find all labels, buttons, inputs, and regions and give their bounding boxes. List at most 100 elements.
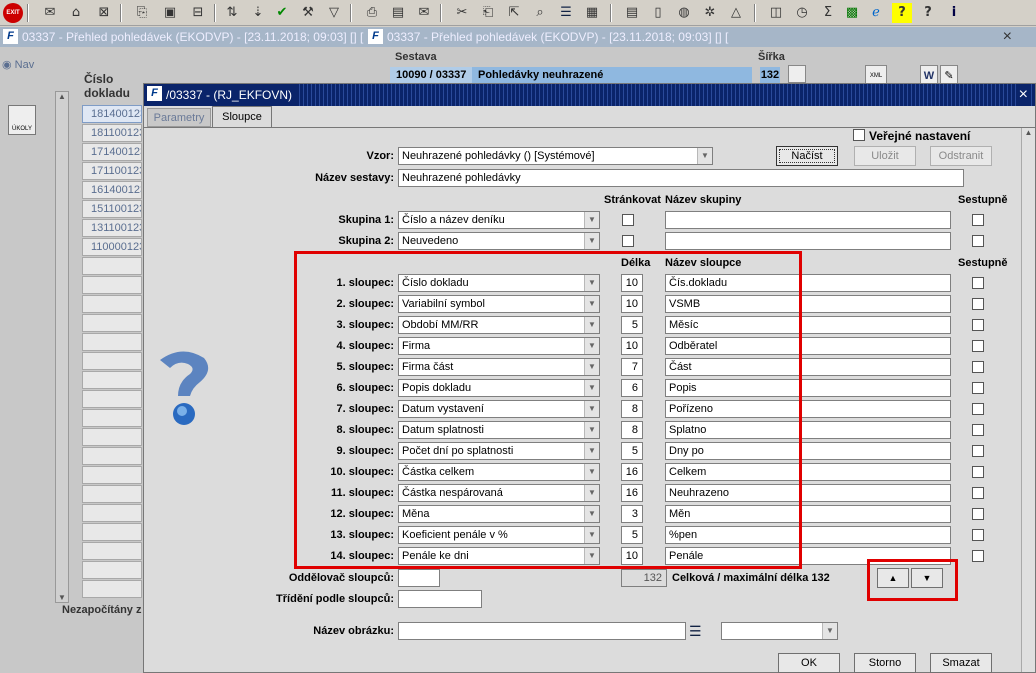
print-preview-icon[interactable]: ▤: [388, 3, 408, 23]
table-row[interactable]: 181100123: [82, 124, 142, 142]
tab-sloupce[interactable]: Sloupce: [212, 106, 272, 127]
warning-icon[interactable]: △: [726, 3, 746, 23]
grid-icon[interactable]: ▦: [582, 3, 602, 23]
table-row[interactable]: 161400123: [82, 181, 142, 199]
chevron-down-icon[interactable]: ▼: [584, 233, 599, 249]
vertical-scrollbar[interactable]: ▲ ▼: [55, 91, 69, 603]
table-row[interactable]: [82, 523, 142, 541]
export-icon[interactable]: ⇱: [504, 3, 524, 23]
paste-icon[interactable]: ⎗: [478, 3, 498, 23]
column-sestupne-checkbox[interactable]: [972, 361, 984, 373]
cut-icon[interactable]: ✂: [452, 3, 472, 23]
odstranit-button[interactable]: Odstranit: [930, 146, 992, 166]
group-name-input[interactable]: [665, 232, 951, 250]
column-sestupne-checkbox[interactable]: [972, 445, 984, 457]
clock-icon[interactable]: ◷: [792, 3, 812, 23]
group-sestupne-checkbox[interactable]: [972, 235, 984, 247]
ulozit-button[interactable]: Uložit: [854, 146, 916, 166]
info-icon[interactable]: i: [944, 3, 964, 23]
dialog-close-icon[interactable]: ×: [1015, 84, 1031, 106]
column-sestupne-checkbox[interactable]: [972, 382, 984, 394]
column-sestupne-checkbox[interactable]: [972, 340, 984, 352]
table-row[interactable]: 171100123: [82, 162, 142, 180]
zoom-icon[interactable]: ⌕: [530, 3, 550, 23]
public-settings-checkbox[interactable]: [853, 129, 865, 141]
chevron-down-icon[interactable]: ▼: [697, 148, 712, 164]
filter-icon[interactable]: ▽: [324, 3, 344, 23]
scroll-up-icon[interactable]: ▲: [1022, 128, 1035, 137]
column-sestupne-checkbox[interactable]: [972, 403, 984, 415]
table-row[interactable]: [82, 314, 142, 332]
vzor-select[interactable]: Neuhrazené pohledávky () [Systémové] ▼: [398, 147, 713, 165]
table-row[interactable]: [82, 257, 142, 275]
strankovat-checkbox[interactable]: [622, 214, 634, 226]
browse-list-icon[interactable]: ☰: [689, 622, 703, 640]
browser-icon[interactable]: ℯ: [866, 3, 886, 23]
globe-icon[interactable]: ◍: [674, 3, 694, 23]
page-icon[interactable]: ▯: [648, 3, 668, 23]
column-sestupne-checkbox[interactable]: [972, 319, 984, 331]
table-row[interactable]: [82, 276, 142, 294]
home-icon[interactable]: ⌂: [66, 3, 86, 23]
column-sestupne-checkbox[interactable]: [972, 277, 984, 289]
chevron-down-icon[interactable]: ▼: [822, 623, 837, 639]
close-window-icon[interactable]: ⊠: [94, 3, 114, 23]
table-row[interactable]: [82, 352, 142, 370]
dialog-scrollbar[interactable]: ▲: [1021, 128, 1035, 672]
table-row[interactable]: 110000123: [82, 238, 142, 256]
table-row[interactable]: 181400123: [82, 105, 142, 123]
table-row[interactable]: [82, 466, 142, 484]
xml-export-icon[interactable]: XML: [865, 65, 887, 85]
sort-icon[interactable]: ⇅: [222, 3, 242, 23]
ukoly-button[interactable]: ÚKOLY: [8, 105, 36, 135]
table-row[interactable]: [82, 295, 142, 313]
report-icon[interactable]: [788, 65, 806, 83]
chart-icon[interactable]: ◫: [766, 3, 786, 23]
word-export-icon[interactable]: W: [920, 65, 938, 85]
column-sestupne-checkbox[interactable]: [972, 487, 984, 499]
table-row[interactable]: [82, 504, 142, 522]
tools-icon[interactable]: ⚒: [298, 3, 318, 23]
print-icon[interactable]: ⎙: [362, 3, 382, 23]
scroll-up-icon[interactable]: ▲: [56, 92, 68, 101]
nacist-button[interactable]: Načíst: [776, 146, 838, 166]
table-row[interactable]: 151100123: [82, 200, 142, 218]
table-row[interactable]: [82, 409, 142, 427]
strankovat-checkbox[interactable]: [622, 235, 634, 247]
table-row[interactable]: [82, 561, 142, 579]
nav-radio[interactable]: ◉ Nav: [2, 58, 34, 71]
column-sestupne-checkbox[interactable]: [972, 466, 984, 478]
selected-report-row[interactable]: 10090 / 03337 Pohledávky neuhrazené: [390, 67, 752, 83]
sum-icon[interactable]: Σ: [818, 3, 838, 23]
table-row[interactable]: [82, 447, 142, 465]
table-row[interactable]: 131100123: [82, 219, 142, 237]
group-select[interactable]: Číslo a název deníku ▼: [398, 211, 600, 229]
storno-button[interactable]: Storno: [854, 653, 916, 673]
table-row[interactable]: [82, 371, 142, 389]
tab-parametry[interactable]: Parametry: [147, 108, 211, 127]
settings-icon[interactable]: ✲: [700, 3, 720, 23]
context-help-icon[interactable]: ?: [918, 3, 938, 23]
mail-back-icon[interactable]: ✉: [40, 3, 60, 23]
column-sestupne-checkbox[interactable]: [972, 529, 984, 541]
table-row[interactable]: [82, 580, 142, 598]
table-row[interactable]: 171400123: [82, 143, 142, 161]
smazat-button[interactable]: Smazat: [930, 653, 992, 673]
table-row[interactable]: [82, 390, 142, 408]
exit-button[interactable]: EXIT: [3, 3, 23, 23]
column-sestupne-checkbox[interactable]: [972, 508, 984, 520]
table-row[interactable]: [82, 333, 142, 351]
table-row[interactable]: [82, 428, 142, 446]
obrazek-input[interactable]: [398, 622, 686, 640]
obrazek-select[interactable]: ▼: [721, 622, 838, 640]
document-icon[interactable]: ▤: [622, 3, 642, 23]
column-sestupne-checkbox[interactable]: [972, 298, 984, 310]
nazev-sestavy-input[interactable]: Neuhrazené pohledávky: [398, 169, 964, 187]
table-row[interactable]: [82, 542, 142, 560]
group-select[interactable]: Neuvedeno ▼: [398, 232, 600, 250]
edit-icon[interactable]: ✎: [940, 65, 958, 85]
trideni-input[interactable]: [398, 590, 482, 608]
window2-close-icon[interactable]: ×: [1003, 27, 1012, 47]
delete-record-icon[interactable]: ⊟: [188, 3, 208, 23]
list-icon[interactable]: ☰: [556, 3, 576, 23]
